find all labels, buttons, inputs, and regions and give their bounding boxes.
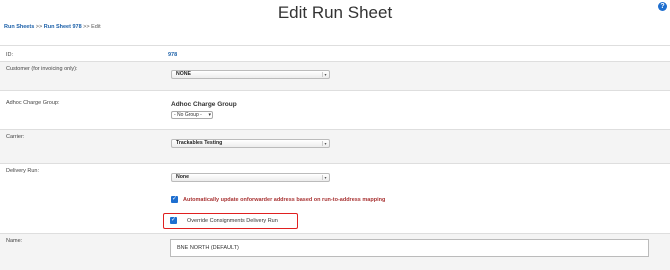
chevron-down-icon: ▾ [208, 112, 211, 118]
chevron-down-icon: ▾ [322, 175, 328, 180]
customer-row: Customer (for invoicing only): NONE ▾ [0, 61, 670, 91]
adhoc-heading: Adhoc Charge Group [171, 101, 237, 108]
chevron-down-icon: ▾ [322, 141, 328, 146]
carrier-select-value: Trackables Testing [176, 140, 223, 146]
id-row: ID: 978 [0, 45, 670, 62]
auto-update-checkbox[interactable]: ✓ [171, 196, 178, 203]
name-label: Name: [6, 238, 23, 244]
help-icon[interactable]: ? [658, 2, 667, 11]
breadcrumb-run-sheet[interactable]: Run Sheet 978 [44, 24, 82, 30]
delivery-run-select[interactable]: None ▾ [171, 173, 330, 182]
id-label: ID: [6, 52, 14, 58]
customer-select-value: NONE [176, 71, 191, 77]
name-input-value: BNE NORTH (DEFAULT) [177, 245, 239, 251]
breadcrumb-current: Edit [91, 24, 101, 30]
chevron-down-icon: ▾ [322, 72, 328, 77]
carrier-select[interactable]: Trackables Testing ▾ [171, 139, 330, 148]
delivery-run-label: Delivery Run: [6, 168, 40, 174]
breadcrumb-run-sheets[interactable]: Run Sheets [4, 24, 34, 30]
delivery-run-select-value: None [176, 174, 189, 180]
carrier-row: Carrier: Trackables Testing ▾ [0, 129, 670, 164]
auto-update-label: Automatically update onforwarder address… [183, 197, 386, 203]
name-input[interactable]: BNE NORTH (DEFAULT) [170, 239, 649, 257]
id-value: 978 [168, 52, 178, 58]
customer-label: Customer (for invoicing only): [6, 66, 78, 72]
adhoc-row: Adhoc Charge Group: Adhoc Charge Group -… [0, 90, 670, 130]
customer-select[interactable]: NONE ▾ [171, 70, 330, 79]
page-title: Edit Run Sheet [277, 3, 393, 22]
breadcrumb-separator: >> [81, 24, 92, 30]
override-label: Override Consignments Delivery Run [187, 218, 278, 224]
adhoc-select-value: - No Group - [174, 112, 202, 118]
adhoc-select[interactable]: - No Group - ▾ [171, 111, 213, 119]
carrier-label: Carrier: [6, 134, 25, 140]
breadcrumb-separator: >> [34, 24, 44, 30]
adhoc-label: Adhoc Charge Group: [6, 100, 60, 106]
breadcrumb: Run Sheets >> Run Sheet 978 >> Edit [4, 24, 101, 30]
override-checkbox[interactable]: ✓ [170, 217, 177, 224]
